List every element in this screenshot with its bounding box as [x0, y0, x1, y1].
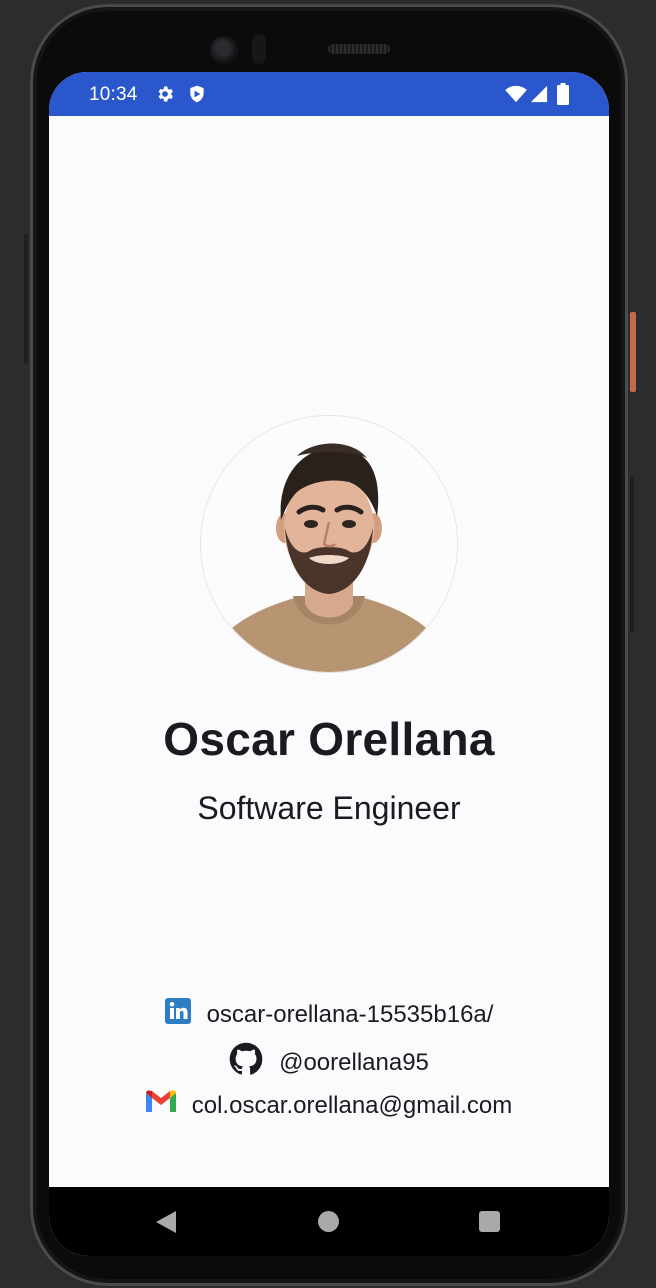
back-icon[interactable]: [155, 1210, 177, 1239]
earpiece-speaker: [328, 44, 390, 54]
recents-icon[interactable]: [479, 1211, 500, 1232]
volume-button: [630, 476, 634, 632]
linkedin-text: oscar-orellana-15535b16a/: [206, 1000, 494, 1028]
wifi-icon: [505, 85, 527, 108]
power-button: [630, 312, 636, 392]
navigation-bar: [49, 1187, 609, 1256]
profile-title: Software Engineer: [197, 790, 461, 826]
github-text: @oorellana95: [279, 1048, 429, 1076]
screen: 10:34 Oscar Orellana Software Engineer o…: [49, 72, 609, 1256]
status-bar: 10:34: [49, 72, 609, 116]
shield-icon: [187, 84, 207, 109]
gmail-icon: [145, 1090, 176, 1121]
email-text: col.oscar.orellana@gmail.com: [191, 1091, 513, 1119]
side-button-left: [24, 234, 28, 364]
profile-photo: [201, 416, 457, 672]
proximity-sensor: [252, 34, 266, 64]
contact-github[interactable]: @oorellana95: [49, 1042, 609, 1083]
github-icon: [229, 1042, 263, 1083]
contact-linkedin[interactable]: oscar-orellana-15535b16a/: [49, 998, 609, 1031]
settings-icon: [155, 84, 175, 109]
linkedin-icon: [164, 998, 191, 1031]
status-time: 10:34: [89, 84, 138, 105]
contact-email[interactable]: col.oscar.orellana@gmail.com: [49, 1090, 609, 1121]
profile-name: Oscar Orellana: [163, 713, 495, 765]
front-camera: [210, 36, 238, 64]
home-icon[interactable]: [318, 1211, 339, 1232]
signal-icon: [530, 85, 548, 108]
battery-icon: [557, 83, 569, 110]
